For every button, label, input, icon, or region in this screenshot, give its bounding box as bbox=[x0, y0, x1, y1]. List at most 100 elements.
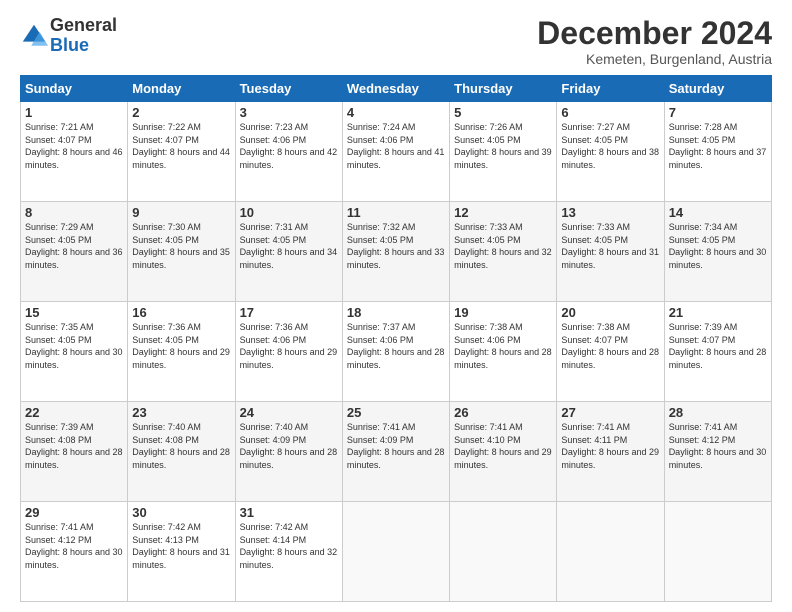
day-number: 15 bbox=[25, 305, 123, 320]
day-info: Sunrise: 7:28 AM Sunset: 4:05 PM Dayligh… bbox=[669, 121, 767, 171]
day-info: Sunrise: 7:33 AM Sunset: 4:05 PM Dayligh… bbox=[561, 221, 659, 271]
day-number: 2 bbox=[132, 105, 230, 120]
day-cell: 8 Sunrise: 7:29 AM Sunset: 4:05 PM Dayli… bbox=[21, 202, 128, 302]
weekday-header: Saturday bbox=[664, 76, 771, 102]
day-cell: 20 Sunrise: 7:38 AM Sunset: 4:07 PM Dayl… bbox=[557, 302, 664, 402]
day-info: Sunrise: 7:42 AM Sunset: 4:14 PM Dayligh… bbox=[240, 521, 338, 571]
weekday-header: Monday bbox=[128, 76, 235, 102]
day-number: 4 bbox=[347, 105, 445, 120]
week-row: 8 Sunrise: 7:29 AM Sunset: 4:05 PM Dayli… bbox=[21, 202, 772, 302]
day-cell bbox=[557, 502, 664, 602]
day-cell: 19 Sunrise: 7:38 AM Sunset: 4:06 PM Dayl… bbox=[450, 302, 557, 402]
day-cell: 11 Sunrise: 7:32 AM Sunset: 4:05 PM Dayl… bbox=[342, 202, 449, 302]
day-number: 12 bbox=[454, 205, 552, 220]
week-row: 1 Sunrise: 7:21 AM Sunset: 4:07 PM Dayli… bbox=[21, 102, 772, 202]
weekday-header: Tuesday bbox=[235, 76, 342, 102]
day-number: 18 bbox=[347, 305, 445, 320]
day-number: 10 bbox=[240, 205, 338, 220]
day-number: 16 bbox=[132, 305, 230, 320]
day-info: Sunrise: 7:41 AM Sunset: 4:09 PM Dayligh… bbox=[347, 421, 445, 471]
day-info: Sunrise: 7:27 AM Sunset: 4:05 PM Dayligh… bbox=[561, 121, 659, 171]
day-info: Sunrise: 7:36 AM Sunset: 4:05 PM Dayligh… bbox=[132, 321, 230, 371]
day-number: 31 bbox=[240, 505, 338, 520]
day-cell: 21 Sunrise: 7:39 AM Sunset: 4:07 PM Dayl… bbox=[664, 302, 771, 402]
day-number: 17 bbox=[240, 305, 338, 320]
day-info: Sunrise: 7:35 AM Sunset: 4:05 PM Dayligh… bbox=[25, 321, 123, 371]
day-number: 11 bbox=[347, 205, 445, 220]
day-cell: 24 Sunrise: 7:40 AM Sunset: 4:09 PM Dayl… bbox=[235, 402, 342, 502]
calendar: SundayMondayTuesdayWednesdayThursdayFrid… bbox=[20, 75, 772, 602]
day-cell: 7 Sunrise: 7:28 AM Sunset: 4:05 PM Dayli… bbox=[664, 102, 771, 202]
logo-blue: Blue bbox=[50, 36, 117, 56]
day-number: 28 bbox=[669, 405, 767, 420]
day-cell: 22 Sunrise: 7:39 AM Sunset: 4:08 PM Dayl… bbox=[21, 402, 128, 502]
week-row: 22 Sunrise: 7:39 AM Sunset: 4:08 PM Dayl… bbox=[21, 402, 772, 502]
day-cell: 6 Sunrise: 7:27 AM Sunset: 4:05 PM Dayli… bbox=[557, 102, 664, 202]
day-info: Sunrise: 7:42 AM Sunset: 4:13 PM Dayligh… bbox=[132, 521, 230, 571]
week-row: 15 Sunrise: 7:35 AM Sunset: 4:05 PM Dayl… bbox=[21, 302, 772, 402]
day-info: Sunrise: 7:37 AM Sunset: 4:06 PM Dayligh… bbox=[347, 321, 445, 371]
day-info: Sunrise: 7:38 AM Sunset: 4:07 PM Dayligh… bbox=[561, 321, 659, 371]
logo: General Blue bbox=[20, 16, 117, 56]
logo-icon bbox=[20, 22, 48, 50]
day-info: Sunrise: 7:33 AM Sunset: 4:05 PM Dayligh… bbox=[454, 221, 552, 271]
day-info: Sunrise: 7:36 AM Sunset: 4:06 PM Dayligh… bbox=[240, 321, 338, 371]
day-number: 20 bbox=[561, 305, 659, 320]
day-info: Sunrise: 7:39 AM Sunset: 4:08 PM Dayligh… bbox=[25, 421, 123, 471]
day-cell: 10 Sunrise: 7:31 AM Sunset: 4:05 PM Dayl… bbox=[235, 202, 342, 302]
day-info: Sunrise: 7:34 AM Sunset: 4:05 PM Dayligh… bbox=[669, 221, 767, 271]
day-cell: 13 Sunrise: 7:33 AM Sunset: 4:05 PM Dayl… bbox=[557, 202, 664, 302]
weekday-header: Thursday bbox=[450, 76, 557, 102]
day-cell: 23 Sunrise: 7:40 AM Sunset: 4:08 PM Dayl… bbox=[128, 402, 235, 502]
day-cell bbox=[664, 502, 771, 602]
weekday-header: Friday bbox=[557, 76, 664, 102]
day-number: 5 bbox=[454, 105, 552, 120]
day-info: Sunrise: 7:40 AM Sunset: 4:09 PM Dayligh… bbox=[240, 421, 338, 471]
day-info: Sunrise: 7:30 AM Sunset: 4:05 PM Dayligh… bbox=[132, 221, 230, 271]
day-cell bbox=[342, 502, 449, 602]
day-cell: 5 Sunrise: 7:26 AM Sunset: 4:05 PM Dayli… bbox=[450, 102, 557, 202]
day-cell: 3 Sunrise: 7:23 AM Sunset: 4:06 PM Dayli… bbox=[235, 102, 342, 202]
day-info: Sunrise: 7:29 AM Sunset: 4:05 PM Dayligh… bbox=[25, 221, 123, 271]
day-info: Sunrise: 7:32 AM Sunset: 4:05 PM Dayligh… bbox=[347, 221, 445, 271]
day-number: 29 bbox=[25, 505, 123, 520]
day-number: 8 bbox=[25, 205, 123, 220]
day-number: 30 bbox=[132, 505, 230, 520]
month-title: December 2024 bbox=[537, 16, 772, 51]
day-info: Sunrise: 7:24 AM Sunset: 4:06 PM Dayligh… bbox=[347, 121, 445, 171]
day-cell: 16 Sunrise: 7:36 AM Sunset: 4:05 PM Dayl… bbox=[128, 302, 235, 402]
day-number: 9 bbox=[132, 205, 230, 220]
day-info: Sunrise: 7:41 AM Sunset: 4:11 PM Dayligh… bbox=[561, 421, 659, 471]
day-info: Sunrise: 7:40 AM Sunset: 4:08 PM Dayligh… bbox=[132, 421, 230, 471]
location: Kemeten, Burgenland, Austria bbox=[537, 51, 772, 67]
header: General Blue December 2024 Kemeten, Burg… bbox=[20, 16, 772, 67]
day-cell: 26 Sunrise: 7:41 AM Sunset: 4:10 PM Dayl… bbox=[450, 402, 557, 502]
day-number: 14 bbox=[669, 205, 767, 220]
day-number: 1 bbox=[25, 105, 123, 120]
day-number: 21 bbox=[669, 305, 767, 320]
day-cell: 2 Sunrise: 7:22 AM Sunset: 4:07 PM Dayli… bbox=[128, 102, 235, 202]
day-number: 26 bbox=[454, 405, 552, 420]
day-cell bbox=[450, 502, 557, 602]
header-row: SundayMondayTuesdayWednesdayThursdayFrid… bbox=[21, 76, 772, 102]
day-number: 6 bbox=[561, 105, 659, 120]
day-cell: 12 Sunrise: 7:33 AM Sunset: 4:05 PM Dayl… bbox=[450, 202, 557, 302]
day-cell: 9 Sunrise: 7:30 AM Sunset: 4:05 PM Dayli… bbox=[128, 202, 235, 302]
day-number: 3 bbox=[240, 105, 338, 120]
day-cell: 18 Sunrise: 7:37 AM Sunset: 4:06 PM Dayl… bbox=[342, 302, 449, 402]
day-cell: 4 Sunrise: 7:24 AM Sunset: 4:06 PM Dayli… bbox=[342, 102, 449, 202]
day-cell: 25 Sunrise: 7:41 AM Sunset: 4:09 PM Dayl… bbox=[342, 402, 449, 502]
day-info: Sunrise: 7:26 AM Sunset: 4:05 PM Dayligh… bbox=[454, 121, 552, 171]
day-info: Sunrise: 7:41 AM Sunset: 4:12 PM Dayligh… bbox=[669, 421, 767, 471]
day-cell: 17 Sunrise: 7:36 AM Sunset: 4:06 PM Dayl… bbox=[235, 302, 342, 402]
logo-text: General Blue bbox=[50, 16, 117, 56]
day-cell: 28 Sunrise: 7:41 AM Sunset: 4:12 PM Dayl… bbox=[664, 402, 771, 502]
day-info: Sunrise: 7:41 AM Sunset: 4:10 PM Dayligh… bbox=[454, 421, 552, 471]
day-cell: 1 Sunrise: 7:21 AM Sunset: 4:07 PM Dayli… bbox=[21, 102, 128, 202]
day-number: 25 bbox=[347, 405, 445, 420]
day-number: 19 bbox=[454, 305, 552, 320]
day-cell: 30 Sunrise: 7:42 AM Sunset: 4:13 PM Dayl… bbox=[128, 502, 235, 602]
day-cell: 15 Sunrise: 7:35 AM Sunset: 4:05 PM Dayl… bbox=[21, 302, 128, 402]
day-number: 13 bbox=[561, 205, 659, 220]
day-cell: 31 Sunrise: 7:42 AM Sunset: 4:14 PM Dayl… bbox=[235, 502, 342, 602]
